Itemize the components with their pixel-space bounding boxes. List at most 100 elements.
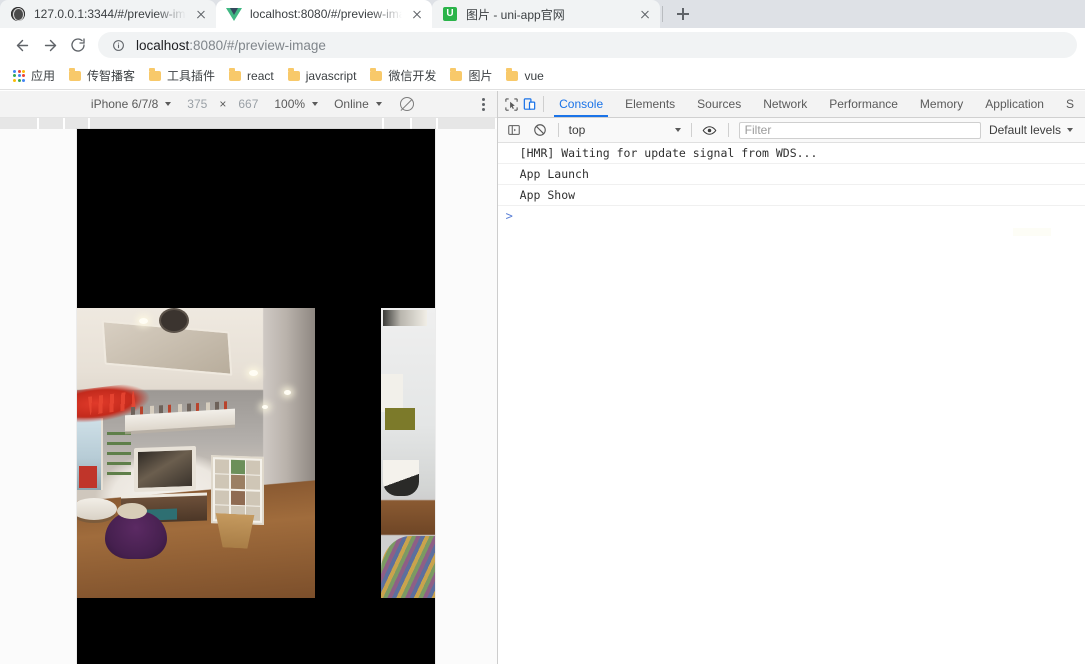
chevron-down-icon xyxy=(674,128,681,132)
browser-tab-1[interactable]: 127.0.0.1:3344/#/preview-ima xyxy=(0,0,216,28)
tab-network[interactable]: Network xyxy=(752,91,818,117)
device-select[interactable]: iPhone 6/7/8 xyxy=(83,97,179,111)
browser-tab-3[interactable]: U 图片 - uni-app官网 xyxy=(432,0,660,28)
bookmark-vue[interactable]: vue xyxy=(499,65,550,87)
new-tab-button[interactable] xyxy=(669,0,697,28)
ruler-segment xyxy=(39,118,66,129)
tab-console[interactable]: Console xyxy=(548,91,614,117)
dimension-separator: × xyxy=(219,97,227,111)
tab-sources[interactable]: Sources xyxy=(686,91,752,117)
living-room-photo xyxy=(77,308,315,598)
tab-memory[interactable]: Memory xyxy=(909,91,974,117)
console-message: App Launch xyxy=(497,164,1085,185)
bookmark-tools[interactable]: 工具插件 xyxy=(142,65,222,87)
address-bar[interactable]: localhost:8080/#/preview-image xyxy=(98,32,1077,58)
ruler-segment xyxy=(384,118,412,129)
console-message: [HMR] Waiting for update signal from WDS… xyxy=(497,143,1085,164)
clear-console-icon[interactable] xyxy=(528,120,552,140)
tab-label: Network xyxy=(763,97,808,111)
bookmark-wechat-dev[interactable]: 微信开发 xyxy=(363,65,443,87)
folder-icon xyxy=(506,68,519,81)
console-message-list[interactable]: [HMR] Waiting for update signal from WDS… xyxy=(497,143,1085,664)
tab-security[interactable]: S xyxy=(1055,91,1085,117)
folder-icon xyxy=(287,68,300,81)
url-host: localhost xyxy=(136,37,190,53)
filter-input[interactable]: Filter xyxy=(738,121,981,139)
network-status: Online xyxy=(334,97,369,111)
bookmarks-bar: 应用 传智播客 工具插件 react javascript 微信开发 图片 vu… xyxy=(0,62,1085,90)
bookmark-react[interactable]: react xyxy=(222,65,281,87)
reload-icon[interactable] xyxy=(64,31,92,59)
info-circle-icon[interactable] xyxy=(110,37,126,53)
bookmark-label: 传智播客 xyxy=(87,69,136,83)
viewport-ruler[interactable] xyxy=(0,118,497,129)
ruler-segment xyxy=(65,118,90,129)
slide-gap xyxy=(315,308,381,598)
browser-tab-2[interactable]: localhost:8080/#/preview-ima xyxy=(216,0,432,28)
network-throttle-select[interactable]: Online xyxy=(326,97,390,111)
tab-label: S xyxy=(1065,97,1074,111)
uniapp-logo-icon: U xyxy=(442,6,458,22)
console-prompt[interactable]: > xyxy=(498,206,1085,226)
viewport-height-input[interactable]: 667 xyxy=(230,97,266,111)
tab-label: Memory xyxy=(919,97,964,111)
console-sidebar-icon[interactable] xyxy=(502,120,526,140)
bookmark-apps[interactable]: 应用 xyxy=(6,65,62,87)
more-options-icon[interactable] xyxy=(481,97,485,111)
bookmark-javascript[interactable]: javascript xyxy=(281,65,364,87)
folder-icon xyxy=(69,68,82,81)
viewport-width-input[interactable]: 375 xyxy=(179,97,215,111)
tab-label: Performance xyxy=(829,97,898,111)
bookmark-label: 工具插件 xyxy=(167,69,216,83)
apps-grid-icon xyxy=(13,69,25,82)
bookmark-label: 图片 xyxy=(468,69,493,83)
close-icon[interactable] xyxy=(192,5,210,23)
devtools-tab-bar: Console Elements Sources Network Perform… xyxy=(497,91,1085,118)
toolbar-divider xyxy=(543,96,545,112)
ruler-segment xyxy=(89,118,385,129)
bookmark-chuanzhi[interactable]: 传智播客 xyxy=(62,65,142,87)
live-expression-icon[interactable] xyxy=(698,120,722,140)
bookmark-images[interactable]: 图片 xyxy=(443,65,499,87)
tab-label: Elements xyxy=(625,97,676,111)
viewport-width: 375 xyxy=(187,97,208,111)
tab-title: 127.0.0.1:3344/#/preview-ima xyxy=(34,7,186,21)
close-icon[interactable] xyxy=(636,5,654,23)
bookmark-label: 应用 xyxy=(31,69,56,83)
context-label: top xyxy=(568,123,586,137)
toolbar-divider xyxy=(690,123,692,137)
no-throttling-icon[interactable] xyxy=(399,97,414,111)
tab-label: Application xyxy=(985,97,1044,111)
image-swiper[interactable] xyxy=(77,308,435,598)
preview-image-1[interactable] xyxy=(77,308,315,598)
tab-divider xyxy=(662,6,663,22)
tab-performance[interactable]: Performance xyxy=(818,91,909,117)
chevron-down-icon xyxy=(375,102,382,106)
chevron-down-icon xyxy=(165,102,172,106)
device-screen[interactable] xyxy=(77,129,435,664)
execution-context-select[interactable]: top xyxy=(565,123,685,137)
device-emulation-toolbar: iPhone 6/7/8 375 × 667 100% Online xyxy=(0,91,497,118)
close-icon[interactable] xyxy=(408,5,426,23)
vue-logo-icon xyxy=(226,6,242,22)
tab-strip: 127.0.0.1:3344/#/preview-ima localhost:8… xyxy=(0,0,1085,28)
url-text: localhost:8080/#/preview-image xyxy=(136,38,326,53)
tab-label: Sources xyxy=(697,97,742,111)
bookmark-label: vue xyxy=(524,68,544,83)
forward-icon[interactable] xyxy=(36,31,64,59)
toggle-device-toolbar-icon[interactable] xyxy=(521,91,540,117)
inspect-element-icon[interactable] xyxy=(502,91,521,117)
chevron-down-icon xyxy=(1067,128,1073,132)
levels-label: Default levels xyxy=(988,123,1061,137)
tab-elements[interactable]: Elements xyxy=(614,91,686,117)
prompt-arrow-icon: > xyxy=(505,209,513,223)
back-icon[interactable] xyxy=(8,31,36,59)
zoom-select[interactable]: 100% xyxy=(266,97,326,111)
render-artifact xyxy=(1013,228,1051,236)
log-levels-select[interactable]: Default levels xyxy=(987,123,1081,137)
folder-icon xyxy=(229,68,242,81)
ruler-segment xyxy=(438,118,497,129)
tab-application[interactable]: Application xyxy=(974,91,1055,117)
preview-image-2[interactable] xyxy=(381,308,435,598)
content-area: iPhone 6/7/8 375 × 667 100% Online Conso… xyxy=(0,91,1085,664)
